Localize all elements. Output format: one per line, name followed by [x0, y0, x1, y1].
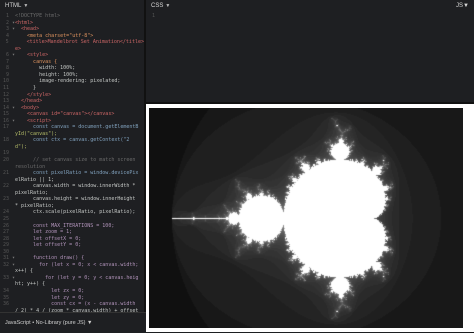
code-text: const ctx = canvas.getContext("2: [15, 137, 130, 144]
code-line[interactable]: 1: [146, 13, 474, 20]
code-text: let offsetY = 0;: [15, 242, 82, 249]
html-pane-label: HTML: [5, 3, 22, 9]
code-line[interactable]: 24 ctx.scale(pixelRatio, pixelRatio);: [0, 209, 144, 216]
mandelbrot-canvas[interactable]: [149, 108, 463, 328]
fold-arrow-icon[interactable]: [158, 13, 161, 20]
code-text: d");: [15, 143, 28, 150]
css-pane-label: CSS: [151, 3, 164, 9]
html-pane-header[interactable]: HTML ▼: [0, 0, 144, 12]
code-text: for (let x = 0; x < canvas.width;: [15, 261, 139, 268]
chevron-down-icon[interactable]: ▼: [463, 3, 469, 9]
css-editor-pane[interactable]: CSS ▼ JS▼ 1: [146, 0, 474, 104]
result-pane: [146, 104, 474, 332]
html-code-editor[interactable]: 1 <!DOCTYPE html> 2 ▾ <html> 3 ▾ <head> 4 <meta…: [0, 12, 144, 312]
chevron-down-icon[interactable]: ▼: [23, 3, 28, 9]
language-status-bar[interactable]: JavaScript • No-Library (pure JS) ▼: [0, 312, 146, 332]
js-pane-label: JS: [456, 3, 464, 9]
chevron-down-icon[interactable]: ▼: [165, 3, 170, 9]
css-code-editor[interactable]: 1: [146, 12, 474, 20]
js-pane-header[interactable]: JS▼: [456, 0, 469, 12]
css-pane-header[interactable]: CSS ▼: [146, 0, 474, 12]
line-number: 1: [151, 13, 155, 19]
language-selector[interactable]: JavaScript • No-Library (pure JS) ▼: [5, 320, 92, 326]
code-line[interactable]: 5 <title>Mandelbrot Set Animation</title…: [0, 39, 144, 46]
code-text: ctx.scale(pixelRatio, pixelRatio);: [15, 209, 136, 216]
html-editor-pane[interactable]: HTML ▼ 1 <!DOCTYPE html> 2 ▾ <html> 3 ▾ <head> 4…: [0, 0, 146, 312]
code-text: <title>Mandelbrot Set Animation</title>: [14, 39, 144, 46]
